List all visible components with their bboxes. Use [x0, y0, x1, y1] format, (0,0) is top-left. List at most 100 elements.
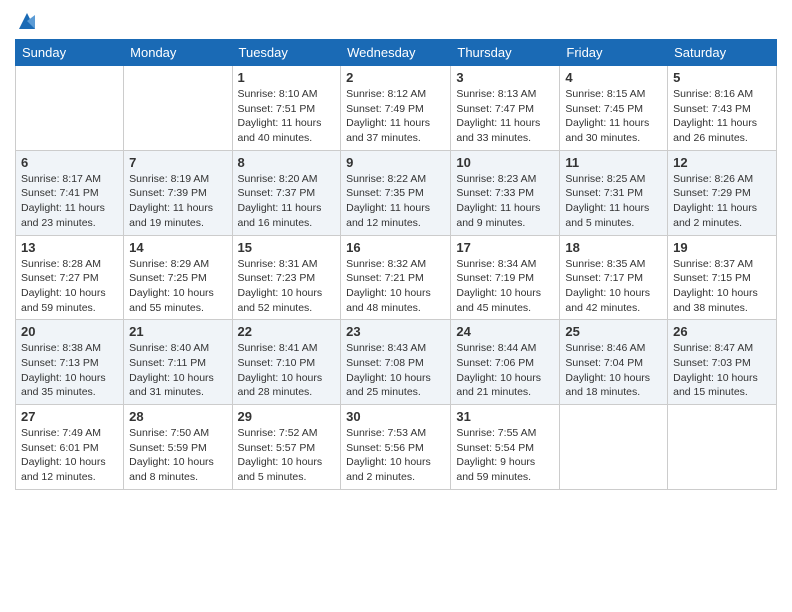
- day-info: Sunrise: 8:26 AMSunset: 7:29 PMDaylight:…: [673, 172, 771, 231]
- calendar-cell: 7 Sunrise: 8:19 AMSunset: 7:39 PMDaylight…: [124, 150, 232, 235]
- calendar-cell: 31 Sunrise: 7:55 AMSunset: 5:54 PMDayligh…: [451, 405, 560, 490]
- day-info: Sunrise: 8:28 AMSunset: 7:27 PMDaylight:…: [21, 257, 118, 316]
- col-sunday: Sunday: [16, 40, 124, 66]
- day-number: 23: [346, 324, 445, 339]
- day-number: 22: [238, 324, 336, 339]
- day-info: Sunrise: 8:10 AMSunset: 7:51 PMDaylight:…: [238, 87, 336, 146]
- day-info: Sunrise: 8:23 AMSunset: 7:33 PMDaylight:…: [456, 172, 554, 231]
- calendar-cell: 28 Sunrise: 7:50 AMSunset: 5:59 PMDayligh…: [124, 405, 232, 490]
- day-number: 12: [673, 155, 771, 170]
- calendar-cell: 18Sunrise: 8:35 AMSunset: 7:17 PMDayligh…: [560, 235, 668, 320]
- day-number: 4: [565, 70, 662, 85]
- calendar-cell: 15 Sunrise: 8:31 AMSunset: 7:23 PMDayligh…: [232, 235, 341, 320]
- calendar-cell: 11 Sunrise: 8:25 AMSunset: 7:31 PMDayligh…: [560, 150, 668, 235]
- calendar-cell: [124, 66, 232, 151]
- day-info: Sunrise: 8:12 AMSunset: 7:49 PMDaylight:…: [346, 87, 445, 146]
- col-tuesday: Tuesday: [232, 40, 341, 66]
- calendar-cell: 1Sunrise: 8:10 AMSunset: 7:51 PMDaylight…: [232, 66, 341, 151]
- day-info: Sunrise: 7:50 AMSunset: 5:59 PMDaylight:…: [129, 426, 226, 485]
- calendar-cell: 17 Sunrise: 8:34 AMSunset: 7:19 PMDayligh…: [451, 235, 560, 320]
- day-info: Sunrise: 8:15 AMSunset: 7:45 PMDaylight:…: [565, 87, 662, 146]
- day-number: 6: [21, 155, 118, 170]
- calendar-cell: 12 Sunrise: 8:26 AMSunset: 7:29 PMDayligh…: [668, 150, 777, 235]
- day-number: 15: [238, 240, 336, 255]
- day-info: Sunrise: 8:13 AMSunset: 7:47 PMDaylight:…: [456, 87, 554, 146]
- calendar-cell: 19 Sunrise: 8:37 AMSunset: 7:15 PMDayligh…: [668, 235, 777, 320]
- logo: [15, 15, 37, 31]
- calendar-cell: 13 Sunrise: 8:28 AMSunset: 7:27 PMDayligh…: [16, 235, 124, 320]
- col-wednesday: Wednesday: [341, 40, 451, 66]
- day-number: 13: [21, 240, 118, 255]
- calendar-cell: 8 Sunrise: 8:20 AMSunset: 7:37 PMDaylight…: [232, 150, 341, 235]
- calendar-cell: 24 Sunrise: 8:44 AMSunset: 7:06 PMDayligh…: [451, 320, 560, 405]
- day-number: 11: [565, 155, 662, 170]
- day-info: Sunrise: 8:20 AMSunset: 7:37 PMDaylight:…: [238, 172, 336, 231]
- calendar-cell: 6Sunrise: 8:17 AMSunset: 7:41 PMDaylight…: [16, 150, 124, 235]
- day-info: Sunrise: 7:52 AMSunset: 5:57 PMDaylight:…: [238, 426, 336, 485]
- calendar-cell: 2 Sunrise: 8:12 AMSunset: 7:49 PMDaylight…: [341, 66, 451, 151]
- page: Sunday Monday Tuesday Wednesday Thursday…: [0, 0, 792, 505]
- calendar-cell: 29 Sunrise: 7:52 AMSunset: 5:57 PMDayligh…: [232, 405, 341, 490]
- day-number: 26: [673, 324, 771, 339]
- calendar-table: Sunday Monday Tuesday Wednesday Thursday…: [15, 39, 777, 490]
- calendar-cell: 5 Sunrise: 8:16 AMSunset: 7:43 PMDaylight…: [668, 66, 777, 151]
- col-thursday: Thursday: [451, 40, 560, 66]
- logo-icon: [17, 11, 37, 31]
- day-info: Sunrise: 7:53 AMSunset: 5:56 PMDaylight:…: [346, 426, 445, 485]
- day-number: 30: [346, 409, 445, 424]
- day-number: 20: [21, 324, 118, 339]
- day-info: Sunrise: 8:40 AMSunset: 7:11 PMDaylight:…: [129, 341, 226, 400]
- calendar-cell: 26Sunrise: 8:47 AMSunset: 7:03 PMDayligh…: [668, 320, 777, 405]
- day-number: 24: [456, 324, 554, 339]
- day-info: Sunrise: 8:37 AMSunset: 7:15 PMDaylight:…: [673, 257, 771, 316]
- day-info: Sunrise: 8:34 AMSunset: 7:19 PMDaylight:…: [456, 257, 554, 316]
- day-info: Sunrise: 8:25 AMSunset: 7:31 PMDaylight:…: [565, 172, 662, 231]
- day-number: 31: [456, 409, 554, 424]
- day-info: Sunrise: 8:16 AMSunset: 7:43 PMDaylight:…: [673, 87, 771, 146]
- calendar-cell: 20 Sunrise: 8:38 AMSunset: 7:13 PMDayligh…: [16, 320, 124, 405]
- day-number: 19: [673, 240, 771, 255]
- calendar-cell: 14 Sunrise: 8:29 AMSunset: 7:25 PMDayligh…: [124, 235, 232, 320]
- day-info: Sunrise: 8:44 AMSunset: 7:06 PMDaylight:…: [456, 341, 554, 400]
- day-number: 18: [565, 240, 662, 255]
- day-number: 5: [673, 70, 771, 85]
- calendar-cell: [16, 66, 124, 151]
- day-number: 3: [456, 70, 554, 85]
- calendar-cell: 23Sunrise: 8:43 AMSunset: 7:08 PMDayligh…: [341, 320, 451, 405]
- day-info: Sunrise: 8:19 AMSunset: 7:39 PMDaylight:…: [129, 172, 226, 231]
- day-number: 25: [565, 324, 662, 339]
- day-number: 28: [129, 409, 226, 424]
- calendar-cell: 21 Sunrise: 8:40 AMSunset: 7:11 PMDayligh…: [124, 320, 232, 405]
- calendar-cell: 16 Sunrise: 8:32 AMSunset: 7:21 PMDayligh…: [341, 235, 451, 320]
- day-number: 9: [346, 155, 445, 170]
- day-info: Sunrise: 8:31 AMSunset: 7:23 PMDaylight:…: [238, 257, 336, 316]
- day-info: Sunrise: 8:32 AMSunset: 7:21 PMDaylight:…: [346, 257, 445, 316]
- col-monday: Monday: [124, 40, 232, 66]
- day-number: 29: [238, 409, 336, 424]
- calendar-cell: [560, 405, 668, 490]
- day-info: Sunrise: 8:46 AMSunset: 7:04 PMDaylight:…: [565, 341, 662, 400]
- calendar-cell: 10Sunrise: 8:23 AMSunset: 7:33 PMDayligh…: [451, 150, 560, 235]
- day-number: 8: [238, 155, 336, 170]
- day-number: 7: [129, 155, 226, 170]
- header: [15, 10, 777, 31]
- day-number: 2: [346, 70, 445, 85]
- day-info: Sunrise: 8:38 AMSunset: 7:13 PMDaylight:…: [21, 341, 118, 400]
- day-info: Sunrise: 7:55 AMSunset: 5:54 PMDaylight:…: [456, 426, 554, 485]
- col-saturday: Saturday: [668, 40, 777, 66]
- calendar-cell: 9 Sunrise: 8:22 AMSunset: 7:35 PMDaylight…: [341, 150, 451, 235]
- day-info: Sunrise: 8:41 AMSunset: 7:10 PMDaylight:…: [238, 341, 336, 400]
- day-number: 16: [346, 240, 445, 255]
- day-number: 21: [129, 324, 226, 339]
- col-friday: Friday: [560, 40, 668, 66]
- day-number: 14: [129, 240, 226, 255]
- calendar-cell: 3 Sunrise: 8:13 AMSunset: 7:47 PMDaylight…: [451, 66, 560, 151]
- calendar-cell: 27Sunrise: 7:49 AMSunset: 6:01 PMDayligh…: [16, 405, 124, 490]
- day-info: Sunrise: 8:29 AMSunset: 7:25 PMDaylight:…: [129, 257, 226, 316]
- calendar-cell: 22 Sunrise: 8:41 AMSunset: 7:10 PMDayligh…: [232, 320, 341, 405]
- day-info: Sunrise: 8:22 AMSunset: 7:35 PMDaylight:…: [346, 172, 445, 231]
- day-info: Sunrise: 7:49 AMSunset: 6:01 PMDaylight:…: [21, 426, 118, 485]
- calendar-cell: 25 Sunrise: 8:46 AMSunset: 7:04 PMDayligh…: [560, 320, 668, 405]
- calendar-cell: 30 Sunrise: 7:53 AMSunset: 5:56 PMDayligh…: [341, 405, 451, 490]
- day-number: 17: [456, 240, 554, 255]
